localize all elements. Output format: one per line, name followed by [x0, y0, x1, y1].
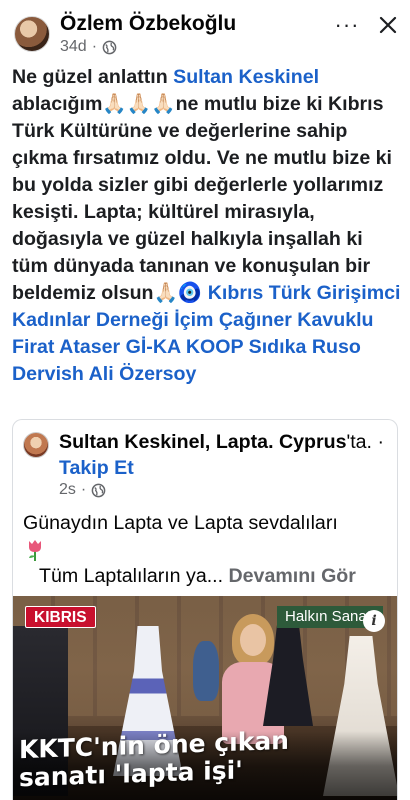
- header-separator: ·: [372, 431, 384, 453]
- truncated-text: Tüm Laptalıların ya...: [39, 565, 224, 587]
- post-header: Özlem Özbekoğlu 34d · ···: [0, 0, 410, 62]
- vase-figure: [193, 641, 219, 701]
- shared-post-text-line: Günaydın Lapta ve Lapta sevdalıları: [23, 512, 338, 534]
- more-horizontal-icon: ···: [334, 12, 360, 37]
- shared-post-time[interactable]: 2s: [59, 481, 76, 499]
- shared-location[interactable]: Lapta. Cyprus: [216, 431, 347, 453]
- shared-post-meta: 2s ·: [59, 481, 106, 499]
- author-avatar[interactable]: [14, 16, 50, 52]
- more-options-button[interactable]: ···: [334, 12, 360, 38]
- mention-link[interactable]: Firat Ataser: [12, 336, 120, 358]
- location-suffix: 'ta.: [346, 431, 372, 453]
- shared-author-name[interactable]: Sultan Keskinel: [59, 431, 205, 453]
- follow-button[interactable]: Takip Et: [59, 457, 134, 479]
- info-icon[interactable]: i: [363, 610, 385, 632]
- meta-separator: ·: [91, 38, 98, 55]
- see-more-link[interactable]: Devamını Gör: [229, 565, 356, 587]
- tulip-icon: [29, 540, 41, 561]
- post-body: Ne güzel anlattın Sultan Keskinel ablacı…: [12, 64, 402, 388]
- mention-link[interactable]: İçim Çağıner Kavuklu: [174, 309, 373, 331]
- shared-author-avatar[interactable]: [23, 432, 49, 458]
- post-text: ablacığım🙏🏻🙏🏻🙏🏻ne mutlu bize ki Kıbrıs T…: [12, 93, 393, 304]
- shared-post-card[interactable]: Sultan Keskinel, Lapta. Cyprus'ta. · Tak…: [12, 419, 398, 800]
- post-meta: 34d ·: [60, 38, 117, 56]
- video-thumbnail[interactable]: KIBRIS Halkın Sanatı i KKTC'nin öne çıka…: [13, 596, 397, 800]
- channel-badge: KIBRIS: [25, 606, 96, 628]
- close-button[interactable]: [374, 11, 402, 39]
- close-icon: [379, 16, 397, 34]
- post-time[interactable]: 34d: [60, 38, 87, 56]
- shared-post-text-truncated: Tüm Laptalıların ya... Devamını Gör: [39, 565, 395, 588]
- meta-separator: ·: [80, 481, 87, 498]
- location-prefix: ,: [204, 431, 216, 453]
- globe-icon: [91, 483, 106, 497]
- author-name[interactable]: Özlem Özbekoğlu: [60, 12, 236, 36]
- post-text: Ne güzel anlattın: [12, 66, 174, 88]
- globe-icon: [102, 40, 117, 54]
- shared-post-header: Sultan Keskinel, Lapta. Cyprus'ta. · Tak…: [59, 429, 389, 481]
- video-caption: KKTC'nin öne çıkan sanatı 'lapta işi': [19, 725, 289, 793]
- mention-link[interactable]: Gİ-KA KOOP: [126, 336, 244, 358]
- mention-link[interactable]: Ali Özersoy: [89, 363, 197, 385]
- mention-link[interactable]: Sultan Keskinel: [173, 66, 319, 88]
